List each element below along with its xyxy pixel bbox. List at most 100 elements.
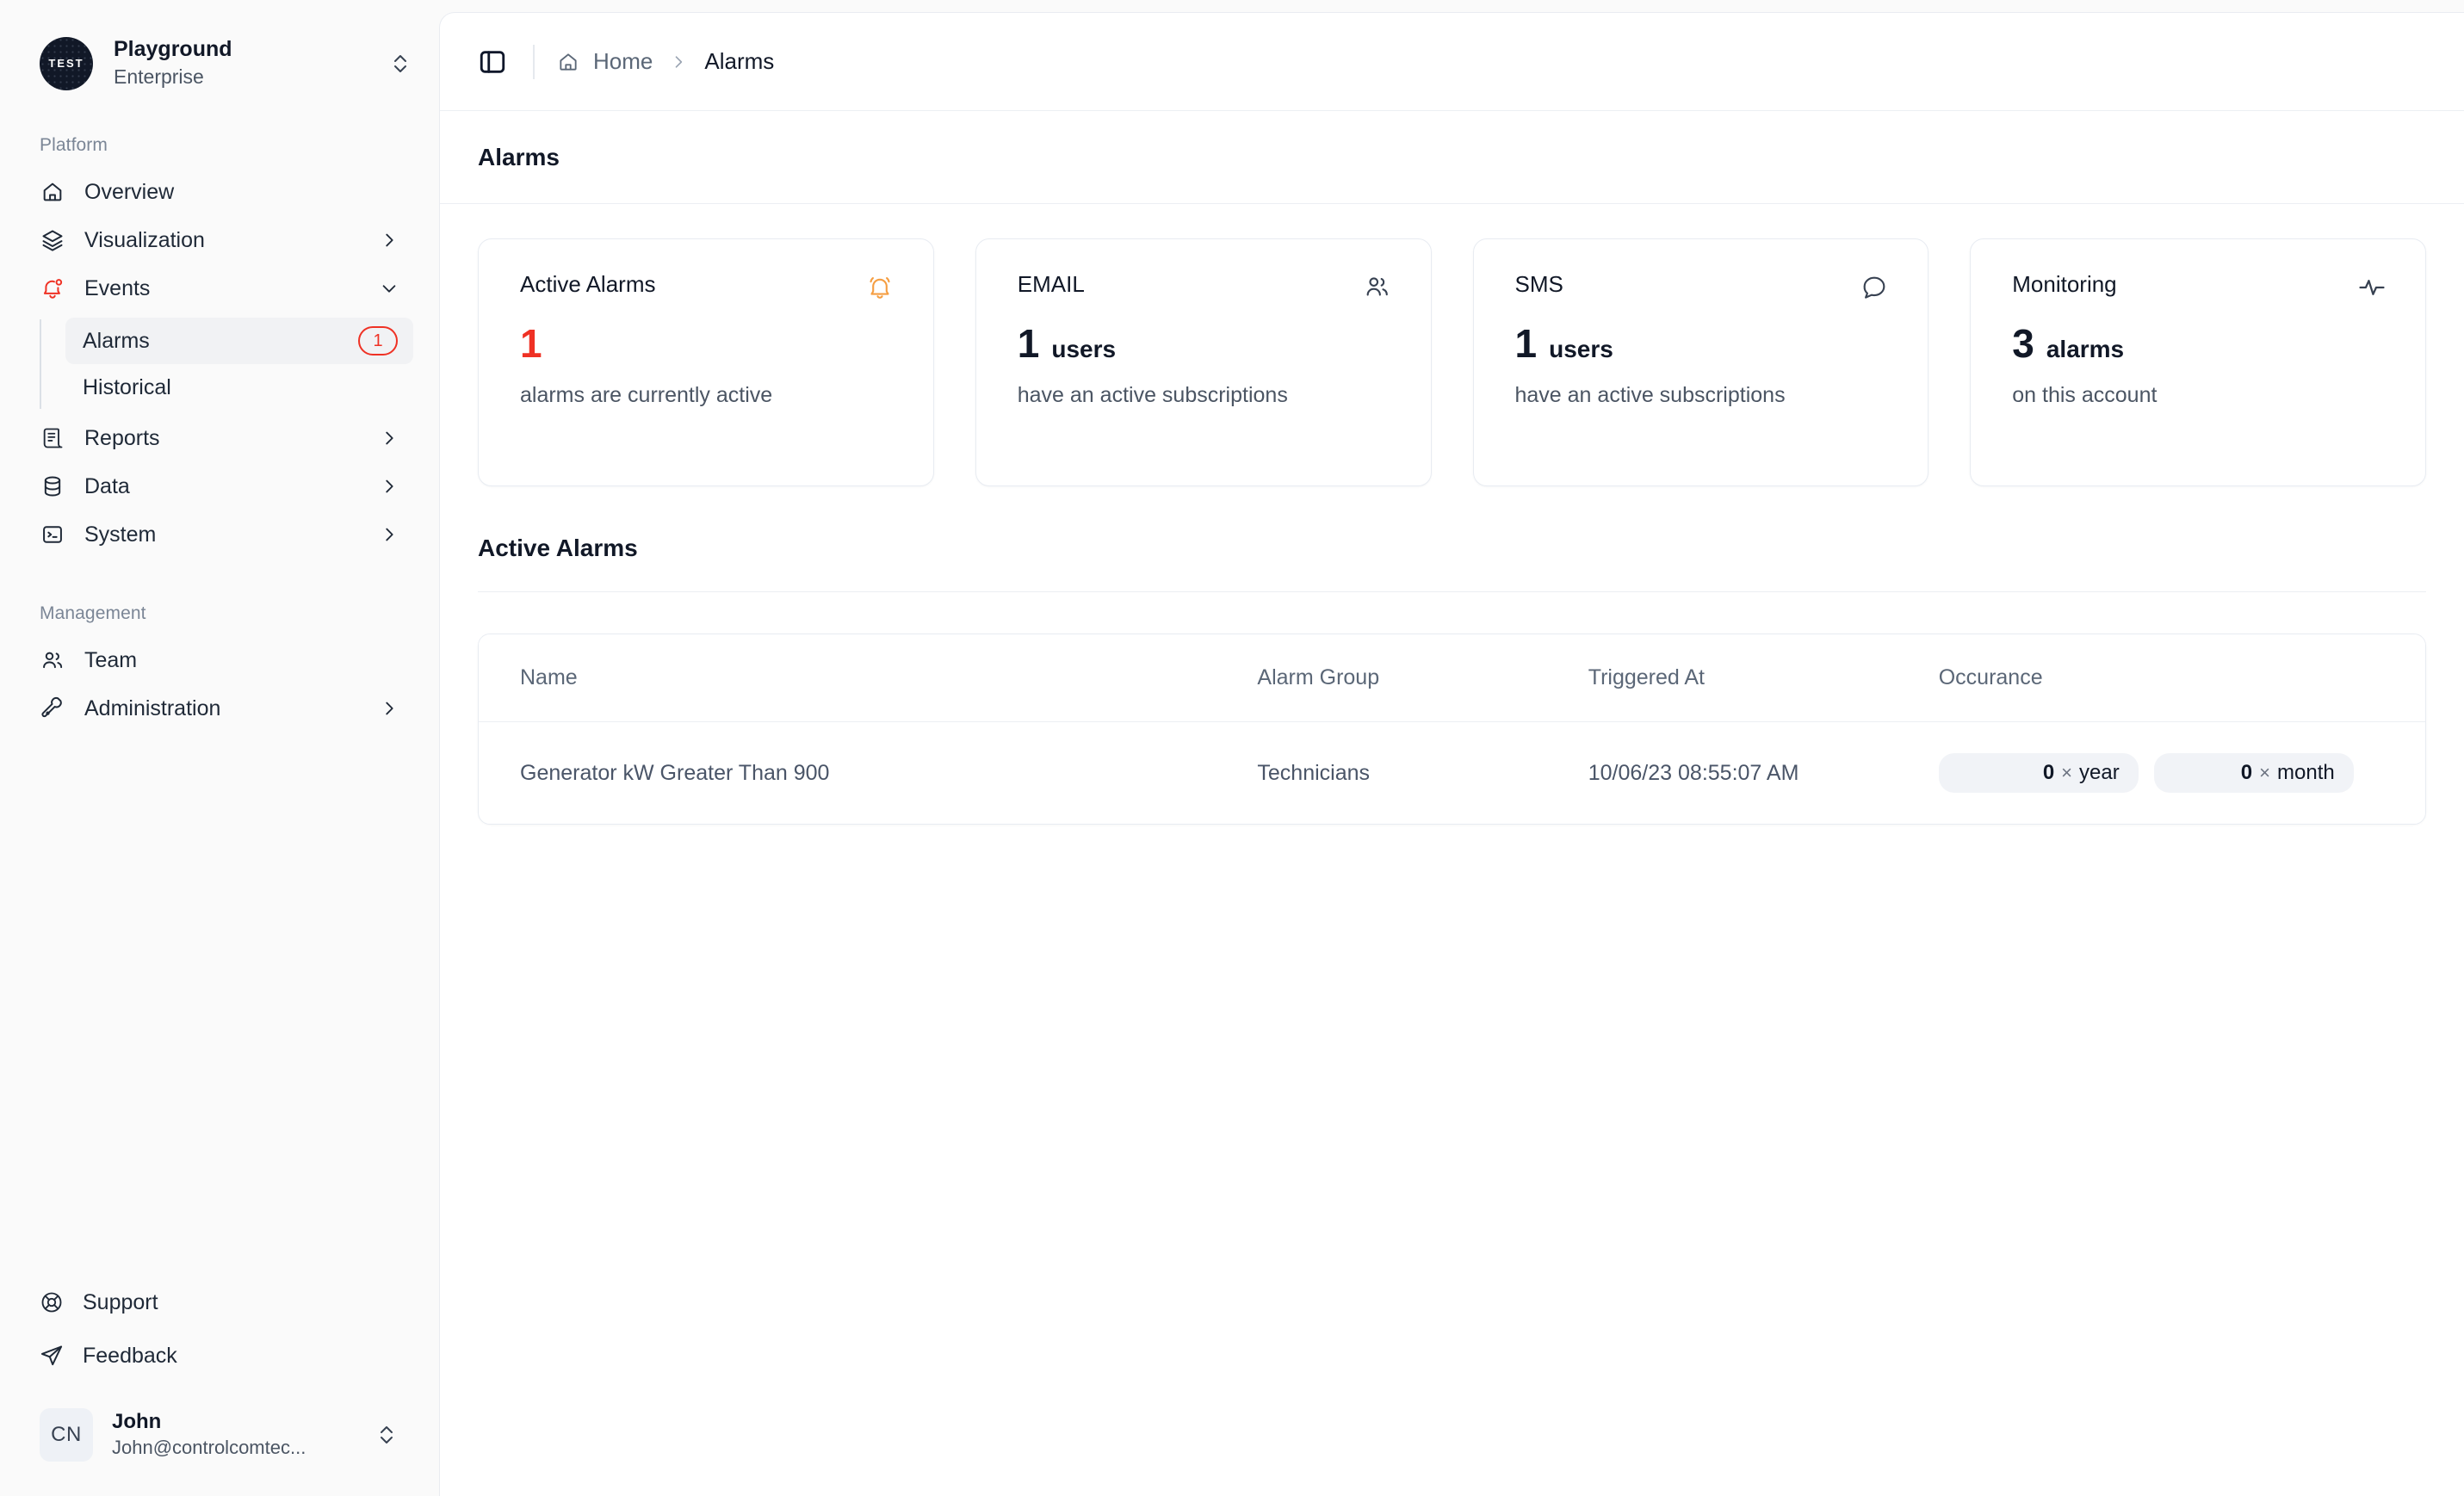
table-row[interactable]: Generator kW Greater Than 900 Technician… — [479, 722, 2425, 825]
chevron-right-icon — [670, 52, 687, 72]
chevron-up-down-icon[interactable] — [387, 47, 413, 80]
sidebar-item-label: Visualization — [84, 227, 205, 252]
avatar: CN — [40, 1408, 93, 1462]
occurrence-badges: 0 × year 0 × month — [1938, 753, 2396, 793]
alarms-table: Name Alarm Group Triggered At Occurance … — [479, 634, 2425, 824]
home-icon — [557, 51, 579, 73]
chevron-up-down-icon[interactable] — [374, 1419, 399, 1451]
card-subtitle: on this account — [2012, 383, 2158, 407]
card-title: EMAIL — [1017, 271, 1085, 297]
page-header: Alarms — [440, 111, 2464, 204]
activity-icon — [2356, 272, 2387, 303]
occurrence-count: 0 — [2042, 761, 2055, 784]
send-icon — [40, 1344, 64, 1368]
column-header-occurance[interactable]: Occurance — [1938, 634, 2425, 722]
stat-card-sms[interactable]: SMS 1 users have an active subscriptions — [1472, 238, 1929, 486]
app-root: TEST Playground Enterprise Platform Over… — [0, 0, 2464, 1496]
sidebar-item-label: Feedback — [83, 1343, 177, 1368]
chevron-right-icon — [379, 428, 399, 448]
card-number: 3 — [2012, 321, 2034, 366]
user-name: John — [112, 1410, 162, 1434]
main-content: Home Alarms Alarms Active Alarms 1 alarm… — [439, 12, 2464, 1496]
sidebar-item-system[interactable]: System — [26, 510, 413, 559]
table-header-row: Name Alarm Group Triggered At Occurance — [479, 634, 2425, 722]
alarms-count-badge: 1 — [358, 326, 398, 356]
breadcrumb: Home Alarms — [557, 48, 774, 75]
sidebar-item-label: Team — [84, 647, 138, 672]
card-value: 1 users — [1018, 324, 1393, 363]
stat-card-email[interactable]: EMAIL 1 users have an active subscriptio… — [975, 238, 1432, 486]
column-header-name[interactable]: Name — [479, 634, 1258, 722]
card-unit: users — [1549, 336, 1613, 362]
avatar-initials: CN — [51, 1423, 82, 1446]
occurrence-badge-year: 0 × year — [1938, 753, 2139, 793]
card-title: Active Alarms — [520, 271, 656, 297]
bell-alert-icon — [40, 275, 65, 301]
workspace-switcher[interactable]: TEST Playground Enterprise — [0, 0, 439, 120]
user-profile-switcher[interactable]: CN John John@controlcomtec... — [26, 1398, 413, 1472]
stat-cards: Active Alarms 1 alarms are currently act… — [478, 204, 2426, 486]
table-head: Name Alarm Group Triggered At Occurance — [479, 634, 2425, 722]
card-value: 3 alarms — [2012, 324, 2387, 363]
card-unit: alarms — [2046, 336, 2125, 362]
sidebar-item-team[interactable]: Team — [26, 636, 413, 684]
terminal-icon — [40, 522, 65, 547]
column-header-triggered-at[interactable]: Triggered At — [1588, 634, 1939, 722]
cell-alarm-group: Technicians — [1257, 760, 1371, 785]
sidebar-item-label: Reports — [84, 425, 160, 450]
workspace-text: Playground Enterprise — [114, 36, 367, 90]
sidebar-item-label: Support — [83, 1289, 158, 1314]
stat-card-monitoring[interactable]: Monitoring 3 alarms on this account — [1970, 238, 2426, 486]
sidebar-item-alarms[interactable]: Alarms 1 — [65, 318, 413, 365]
column-header-alarm-group[interactable]: Alarm Group — [1257, 634, 1588, 722]
card-header: Monitoring — [2012, 272, 2387, 303]
users-icon — [40, 647, 65, 673]
card-number: 1 — [1514, 321, 1538, 366]
workspace-plan: Enterprise — [114, 65, 204, 89]
sidebar-item-support[interactable]: Support — [26, 1276, 413, 1329]
active-alarms-table: Name Alarm Group Triggered At Occurance … — [478, 634, 2426, 825]
sidebar-item-data[interactable]: Data — [26, 462, 413, 510]
sidebar-item-feedback[interactable]: Feedback — [26, 1329, 413, 1382]
home-icon — [40, 179, 65, 205]
content-area: Active Alarms 1 alarms are currently act… — [440, 204, 2464, 1496]
layers-icon — [40, 227, 65, 253]
database-icon — [40, 473, 65, 499]
card-number: 1 — [1017, 321, 1040, 366]
chevron-right-icon — [379, 230, 399, 250]
sidebar-item-reports[interactable]: Reports — [26, 414, 413, 462]
sidebar-item-label: System — [84, 522, 157, 547]
workspace-logo-text: TEST — [48, 57, 84, 71]
sidebar-footer: Support Feedback — [0, 1276, 439, 1382]
sidebar-nav: Platform Overview Visualization Events A… — [0, 120, 439, 1276]
sidebar-item-historical[interactable]: Historical — [65, 364, 413, 411]
card-subtitle: have an active subscriptions — [1514, 383, 1786, 407]
topbar-divider — [533, 44, 535, 79]
sidebar-toggle-icon[interactable] — [474, 44, 511, 80]
sidebar-subnav-events: Alarms 1 Historical — [40, 318, 413, 411]
card-number: 1 — [520, 321, 542, 366]
sidebar-item-visualization[interactable]: Visualization — [26, 216, 413, 264]
stat-card-active-alarms[interactable]: Active Alarms 1 alarms are currently act… — [478, 238, 934, 486]
breadcrumb-home[interactable]: Home — [557, 48, 653, 75]
active-alarms-section-header: Active Alarms — [478, 535, 2426, 592]
page-title: Alarms — [478, 143, 560, 170]
occurrence-unit: month — [2277, 761, 2335, 784]
card-value: 1 — [520, 324, 895, 363]
sidebar-item-administration[interactable]: Administration — [26, 684, 413, 733]
sidebar-subitem-label: Historical — [83, 374, 171, 399]
sidebar-item-events[interactable]: Events — [26, 264, 413, 312]
sidebar-item-label: Data — [84, 473, 130, 498]
lifebuoy-icon — [40, 1290, 64, 1314]
card-header: SMS — [1515, 272, 1891, 303]
occurrence-badge-month: 0 × month — [2153, 753, 2354, 793]
occurrence-unit: year — [2079, 761, 2120, 784]
cell-triggered-at: 10/06/23 08:55:07 AM — [1588, 760, 1799, 785]
users-icon — [1362, 272, 1393, 303]
sidebar-item-label: Events — [84, 275, 151, 300]
topbar: Home Alarms — [440, 13, 2464, 111]
chevron-right-icon — [379, 698, 399, 719]
card-unit: users — [1051, 336, 1117, 362]
chevron-right-icon — [379, 476, 399, 497]
sidebar-item-overview[interactable]: Overview — [26, 168, 413, 216]
